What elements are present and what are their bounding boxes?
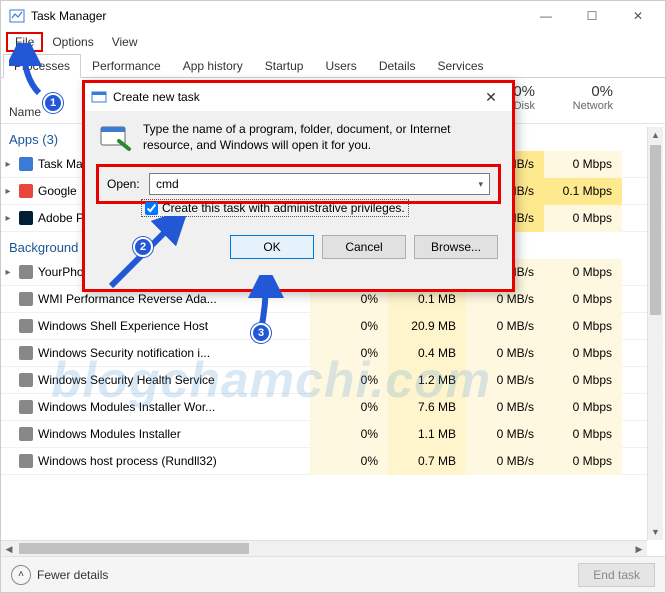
expander-icon[interactable]: ▸: [1, 186, 15, 197]
tab-services[interactable]: Services: [427, 54, 495, 78]
app-icon: [17, 263, 35, 281]
app-icon: [17, 182, 35, 200]
app-icon: [17, 452, 35, 470]
window-title: Task Manager: [31, 9, 523, 23]
chevron-up-icon: ˄: [11, 565, 31, 585]
cell-network: 0.1 Mbps: [544, 178, 622, 205]
create-task-dialog: Create new task ✕ Type the name of a pro…: [82, 80, 515, 292]
admin-checkbox[interactable]: [145, 202, 158, 215]
tab-performance[interactable]: Performance: [81, 54, 172, 78]
app-icon: [17, 371, 35, 389]
process-row[interactable]: Windows Modules Installer0%1.1 MB0 MB/s0…: [1, 421, 665, 448]
ok-button[interactable]: OK: [230, 235, 314, 259]
open-combobox[interactable]: ▾: [149, 173, 490, 195]
app-icon: [17, 398, 35, 416]
task-manager-icon: [9, 8, 25, 24]
fewer-details-button[interactable]: ˄ Fewer details: [11, 565, 108, 585]
statusbar: ˄ Fewer details End task: [1, 556, 665, 592]
scroll-right-icon[interactable]: ▶: [631, 541, 647, 557]
tab-details[interactable]: Details: [368, 54, 427, 78]
cell-cpu: 0%: [310, 448, 388, 475]
scroll-up-icon[interactable]: ▲: [648, 127, 663, 143]
cell-disk: 0 MB/s: [466, 313, 544, 340]
minimize-button[interactable]: —: [523, 1, 569, 31]
scroll-down-icon[interactable]: ▼: [648, 524, 663, 540]
tabs: Processes Performance App history Startu…: [1, 53, 665, 78]
tab-app-history[interactable]: App history: [172, 54, 254, 78]
tab-processes[interactable]: Processes: [3, 54, 81, 78]
app-icon: [17, 317, 35, 335]
tab-users[interactable]: Users: [314, 54, 367, 78]
cell-network: 0 Mbps: [544, 367, 622, 394]
cancel-button[interactable]: Cancel: [322, 235, 406, 259]
menubar: File Options View: [1, 31, 665, 53]
horizontal-scrollbar[interactable]: ◀ ▶: [1, 540, 647, 556]
open-label: Open:: [107, 177, 141, 191]
scrollbar-thumb[interactable]: [650, 145, 661, 315]
end-task-button[interactable]: End task: [578, 563, 655, 587]
cell-cpu: 0%: [310, 313, 388, 340]
col-network[interactable]: 0%Network: [545, 81, 623, 116]
process-name: WMI Performance Reverse Ada...: [38, 292, 310, 306]
cell-memory: 1.1 MB: [388, 421, 466, 448]
menu-view[interactable]: View: [104, 33, 146, 51]
maximize-button[interactable]: ☐: [569, 1, 615, 31]
close-button[interactable]: ✕: [615, 1, 661, 31]
cell-network: 0 Mbps: [544, 286, 622, 313]
cell-memory: 20.9 MB: [388, 313, 466, 340]
open-field-group: Open: ▾: [99, 167, 498, 201]
run-icon: [99, 121, 133, 155]
app-icon: [17, 290, 35, 308]
cell-disk: 0 MB/s: [466, 421, 544, 448]
cell-memory: 0.7 MB: [388, 448, 466, 475]
menu-file[interactable]: File: [7, 33, 42, 51]
dialog-message: Type the name of a program, folder, docu…: [143, 121, 498, 153]
cell-disk: 0 MB/s: [466, 448, 544, 475]
process-name: Windows Shell Experience Host: [38, 319, 310, 333]
titlebar: Task Manager — ☐ ✕: [1, 1, 665, 31]
run-dialog-icon: [91, 89, 107, 105]
app-icon: [17, 155, 35, 173]
expander-icon[interactable]: ▸: [1, 267, 15, 278]
cell-cpu: 0%: [310, 421, 388, 448]
dialog-titlebar: Create new task ✕: [85, 83, 512, 111]
app-icon: [17, 209, 35, 227]
cell-network: 0 Mbps: [544, 151, 622, 178]
menu-options[interactable]: Options: [44, 33, 101, 51]
cell-network: 0 Mbps: [544, 394, 622, 421]
browse-button[interactable]: Browse...: [414, 235, 498, 259]
cell-network: 0 Mbps: [544, 340, 622, 367]
cell-network: 0 Mbps: [544, 313, 622, 340]
expander-icon[interactable]: ▸: [1, 159, 15, 170]
dialog-title: Create new task: [113, 90, 476, 104]
cell-network: 0 Mbps: [544, 205, 622, 232]
tab-startup[interactable]: Startup: [254, 54, 315, 78]
cell-network: 0 Mbps: [544, 259, 622, 286]
process-name: Windows host process (Rundll32): [38, 454, 310, 468]
process-name: Windows Modules Installer: [38, 427, 310, 441]
vertical-scrollbar[interactable]: ▲ ▼: [647, 127, 663, 540]
expander-icon[interactable]: ▸: [1, 213, 15, 224]
dialog-close-button[interactable]: ✕: [476, 89, 506, 106]
app-icon: [17, 425, 35, 443]
open-input[interactable]: [156, 177, 469, 191]
cell-network: 0 Mbps: [544, 421, 622, 448]
process-row[interactable]: Windows host process (Rundll32)0%0.7 MB0…: [1, 448, 665, 475]
admin-label: Create this task with administrative pri…: [162, 201, 405, 215]
watermark: blogchamchi.com: [51, 351, 491, 409]
cell-network: 0 Mbps: [544, 448, 622, 475]
process-row[interactable]: Windows Shell Experience Host0%20.9 MB0 …: [1, 313, 665, 340]
h-scrollbar-thumb[interactable]: [19, 543, 249, 554]
fewer-details-label: Fewer details: [37, 568, 108, 582]
app-icon: [17, 344, 35, 362]
chevron-down-icon[interactable]: ▾: [478, 179, 483, 190]
admin-checkbox-group[interactable]: Create this task with administrative pri…: [141, 199, 409, 217]
